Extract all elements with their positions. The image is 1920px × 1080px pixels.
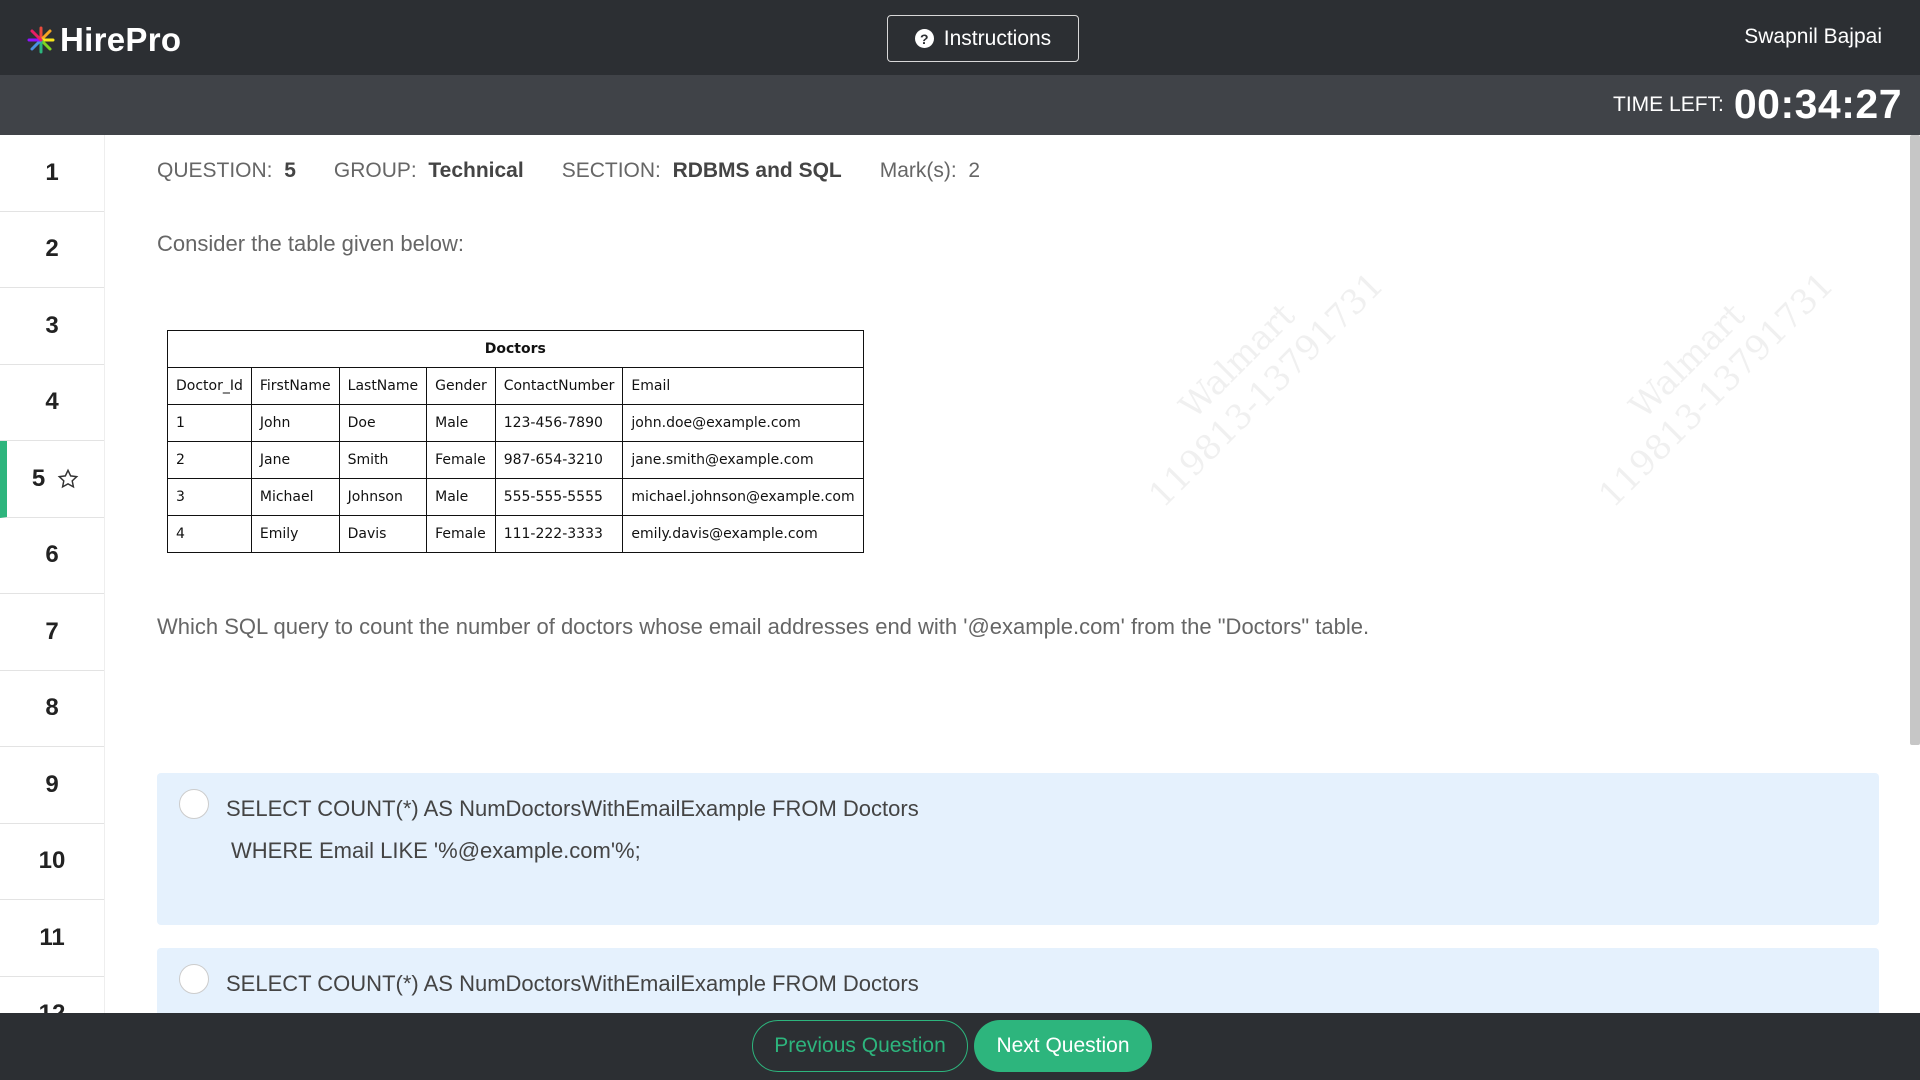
table-title: Doctors bbox=[167, 330, 864, 368]
watermark: Walmart 119813-13791731 bbox=[1141, 264, 1392, 516]
question-nav-number: 11 bbox=[39, 923, 65, 951]
doctors-table: Doctors Doctor_Id FirstName LastName Gender… bbox=[167, 330, 864, 553]
table-cell: 1 bbox=[167, 404, 252, 442]
question-nav-item[interactable]: 8 bbox=[0, 671, 104, 747]
table-header-cell: LastName bbox=[338, 367, 428, 405]
instructions-button[interactable]: ? Instructions bbox=[887, 15, 1079, 62]
table-cell: 987-654-3210 bbox=[494, 441, 624, 479]
question-nav-item[interactable]: 2 bbox=[0, 212, 104, 288]
timer: TIME LEFT: 00:34:27 bbox=[1613, 81, 1902, 128]
question-nav-number: 5 bbox=[31, 464, 46, 492]
table-header-cell: Email bbox=[622, 367, 864, 405]
answer-option-2[interactable]: SELECT COUNT(*) AS NumDoctorsWithEmailEx… bbox=[157, 948, 1879, 1013]
watermark: Walmart 119813-13791731 bbox=[1591, 264, 1842, 516]
table-cell: Michael bbox=[250, 478, 340, 516]
table-header-cell: Gender bbox=[426, 367, 496, 405]
table-cell: 2 bbox=[167, 441, 252, 479]
table-cell: Female bbox=[426, 441, 496, 479]
table-cell: 3 bbox=[167, 478, 252, 516]
question-nav-item[interactable]: 4 bbox=[0, 365, 104, 441]
hirepro-logo: HirePro bbox=[26, 20, 181, 60]
question-nav-item[interactable]: 9 bbox=[0, 747, 104, 824]
question-nav-item[interactable]: 5 bbox=[0, 441, 104, 518]
table-cell: Jane bbox=[250, 441, 340, 479]
option-2-line-1: SELECT COUNT(*) AS NumDoctorsWithEmailEx… bbox=[226, 971, 919, 996]
answer-option-1[interactable]: SELECT COUNT(*) AS NumDoctorsWithEmailEx… bbox=[157, 773, 1879, 925]
footer-bar: Previous Question Next Question bbox=[0, 1013, 1920, 1080]
table-cell: Davis bbox=[338, 515, 428, 553]
doctors-table-image: Doctors Doctor_Id FirstName LastName Gender… bbox=[167, 330, 864, 553]
table-cell: john.doe@example.com bbox=[622, 404, 864, 442]
table-cell: Johnson bbox=[338, 478, 428, 516]
user-name: Swapnil Bajpai bbox=[1744, 25, 1882, 48]
option-2-radio[interactable] bbox=[179, 964, 209, 994]
question-navigator: 123456789101112 bbox=[0, 135, 105, 1013]
table-cell: Male bbox=[426, 404, 496, 442]
option-1-line-1: SELECT COUNT(*) AS NumDoctorsWithEmailEx… bbox=[226, 796, 919, 821]
bookmark-star-icon[interactable] bbox=[57, 468, 79, 490]
question-group: GROUP: Technical bbox=[333, 159, 524, 182]
question-nav-number: 8 bbox=[45, 694, 59, 722]
table-row: 4 Emily Davis Female 111-222-3333 emily.davis… bbox=[167, 515, 864, 553]
table-cell: Doe bbox=[338, 404, 428, 442]
question-section: SECTION: RDBMS and SQL bbox=[561, 159, 842, 182]
question-nav-number: 12 bbox=[39, 1000, 66, 1013]
question-nav-number: 2 bbox=[45, 235, 59, 263]
help-icon: ? bbox=[914, 29, 934, 48]
question-nav-number: 6 bbox=[45, 541, 59, 569]
time-left-label: TIME LEFT: bbox=[1613, 92, 1724, 116]
question-nav-number: 1 bbox=[45, 158, 59, 186]
question-nav-item[interactable]: 1 bbox=[0, 135, 104, 212]
question-nav-number: 7 bbox=[45, 617, 59, 645]
table-row: 1 John Doe Male 123-456-7890 john.doe@example… bbox=[167, 404, 864, 442]
table-cell: Female bbox=[426, 515, 496, 553]
option-1-line-2: WHERE Email LIKE '%@example.com'%; bbox=[231, 838, 641, 863]
logo-text: HirePro bbox=[60, 21, 182, 58]
table-cell: jane.smith@example.com bbox=[622, 441, 864, 479]
question-nav-item[interactable]: 7 bbox=[0, 594, 104, 671]
scrollbar-thumb[interactable] bbox=[1910, 135, 1920, 745]
table-cell: Smith bbox=[338, 441, 428, 479]
previous-question-button[interactable]: Previous Question bbox=[752, 1020, 968, 1072]
question-nav-item[interactable]: 11 bbox=[0, 900, 104, 977]
question-nav-number: 9 bbox=[45, 770, 59, 798]
table-cell: Emily bbox=[250, 515, 340, 553]
question-text: Which SQL query to count the number of d… bbox=[157, 614, 1370, 639]
table-cell: 555-555-5555 bbox=[494, 478, 624, 516]
question-nav-item[interactable]: 3 bbox=[0, 288, 104, 365]
table-cell: emily.davis@example.com bbox=[622, 515, 864, 553]
table-cell: Male bbox=[426, 478, 496, 516]
table-header-cell: FirstName bbox=[250, 367, 340, 405]
question-panel: Walmart 119813-13791731 Walmart 119813-137… bbox=[105, 135, 1903, 1013]
table-cell: John bbox=[250, 404, 340, 442]
timer-bar: TIME LEFT: 00:34:27 bbox=[0, 75, 1920, 135]
question-nav-item[interactable]: 12 bbox=[0, 977, 104, 1013]
table-header-cell: ContactNumber bbox=[494, 367, 624, 405]
option-1-radio[interactable] bbox=[179, 789, 209, 819]
time-left-value: 00:34:27 bbox=[1733, 81, 1902, 127]
question-number: QUESTION: 5 bbox=[157, 159, 296, 182]
table-cell: 4 bbox=[167, 515, 252, 553]
question-nav-number: 4 bbox=[45, 388, 59, 416]
top-header: HirePro ? Instructions Swapnil Bajpai bbox=[0, 0, 1920, 75]
question-nav-item[interactable]: 10 bbox=[0, 824, 104, 900]
table-cell: michael.johnson@example.com bbox=[622, 478, 864, 516]
instructions-label: Instructions bbox=[943, 26, 1052, 50]
table-header-cell: Doctor_Id bbox=[167, 367, 252, 405]
table-cell: 123-456-7890 bbox=[494, 404, 624, 442]
next-question-button[interactable]: Next Question bbox=[974, 1020, 1152, 1072]
table-row: 2 Jane Smith Female 987-654-3210 jane.smith@e… bbox=[167, 441, 864, 479]
table-row: 3 Michael Johnson Male 555-555-5555 michael.j… bbox=[167, 478, 864, 516]
question-nav-item[interactable]: 6 bbox=[0, 518, 104, 594]
question-nav-number: 10 bbox=[38, 847, 66, 875]
question-prompt: Consider the table given below: bbox=[157, 231, 464, 256]
table-cell: 111-222-3333 bbox=[494, 515, 624, 553]
logo-burst-icon bbox=[27, 26, 55, 54]
question-marks: Mark(s): 2 bbox=[879, 159, 981, 182]
question-meta: QUESTION: 5 GROUP: Technical SECTION: RD… bbox=[157, 159, 980, 183]
question-nav-number: 3 bbox=[45, 311, 59, 339]
